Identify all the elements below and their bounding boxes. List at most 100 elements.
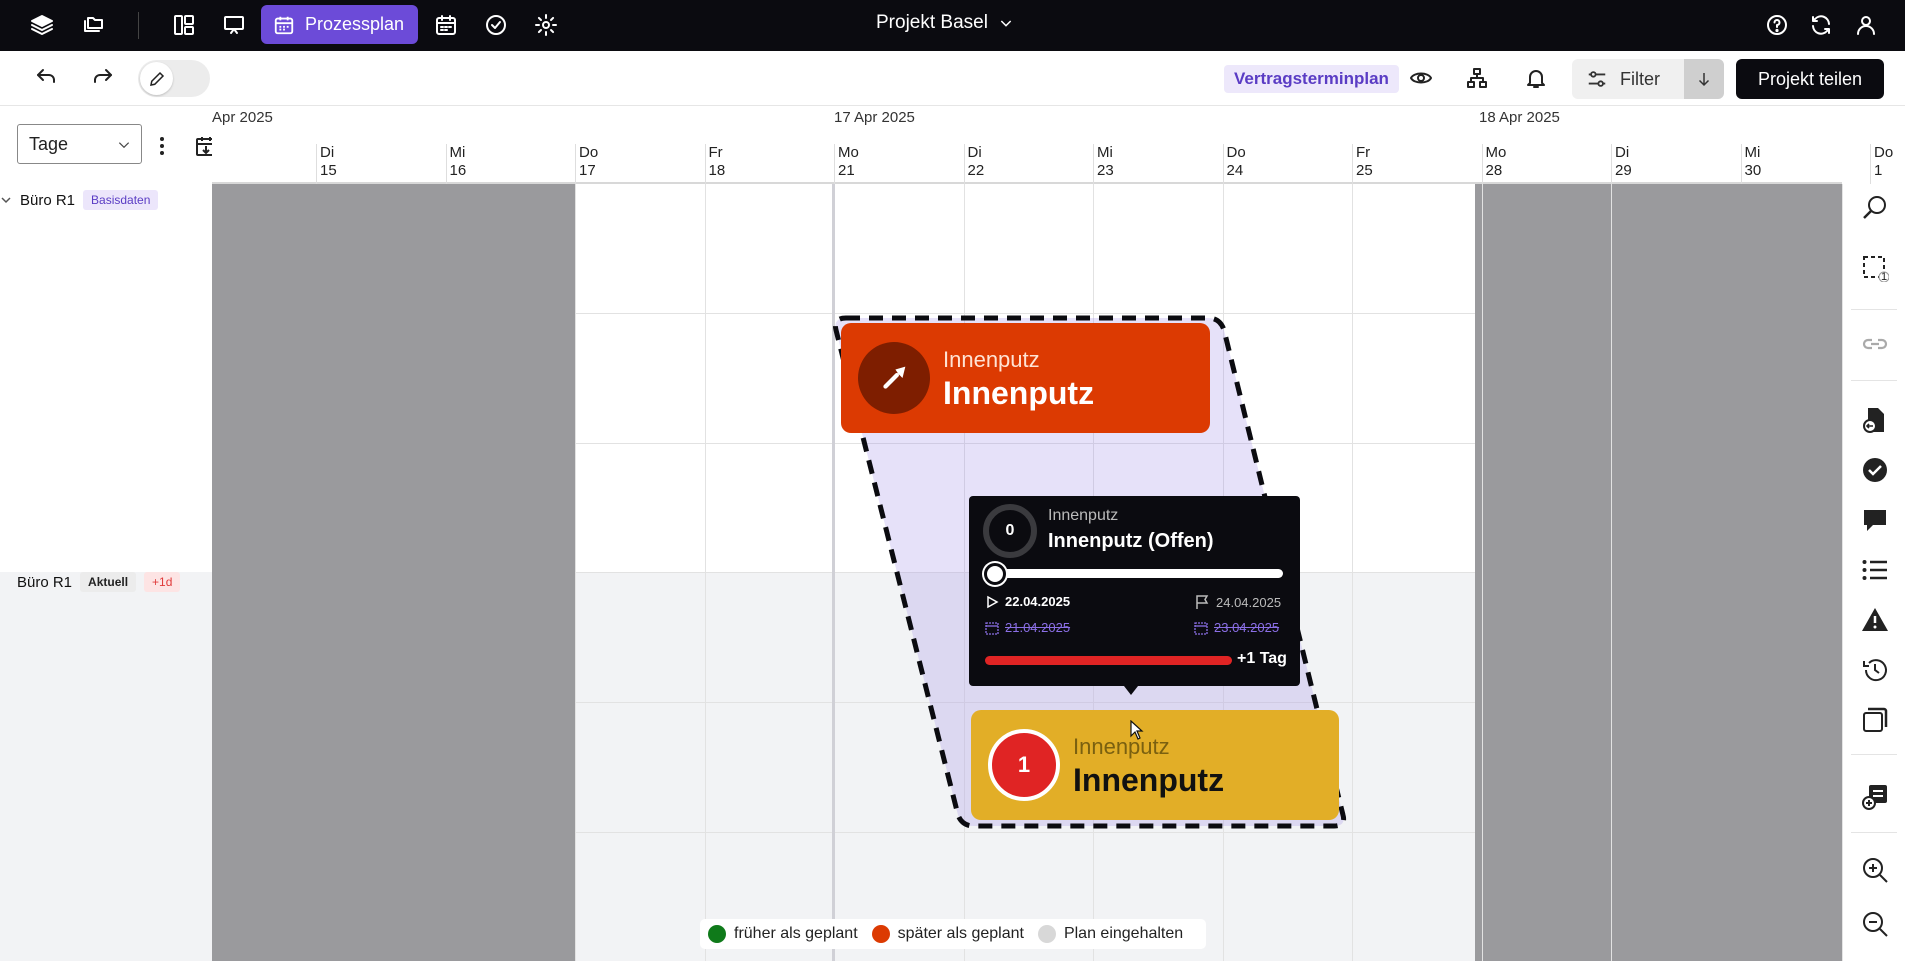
share-project-button[interactable]: Projekt teilen <box>1736 59 1884 99</box>
day-column-header: Fr 18 <box>704 144 835 184</box>
calendar-grid-icon <box>274 16 294 34</box>
tooltip-title: Innenputz (Offen) <box>1048 530 1214 552</box>
time-unit-select[interactable]: Tage <box>17 124 142 164</box>
zoom-in-icon[interactable] <box>1861 856 1889 884</box>
check-circle-icon[interactable] <box>1861 456 1889 484</box>
planned-end-date: 23.04.2025 <box>1214 620 1280 635</box>
history-icon[interactable] <box>1861 656 1889 684</box>
selection-count: 1 <box>1881 271 1888 283</box>
month-label: 17 Apr 2025 <box>834 109 915 126</box>
day-number-label: 21 <box>838 162 855 179</box>
actual-task-card[interactable]: 1 Innenputz Innenputz <box>971 710 1339 820</box>
day-number-label: 24 <box>1226 162 1244 179</box>
card-title: Innenputz <box>943 375 1095 411</box>
flag-icon <box>1196 595 1209 609</box>
filter-sort-button[interactable] <box>1684 59 1724 99</box>
legend-item: später als geplant <box>871 925 1024 943</box>
user-icon[interactable] <box>1851 10 1881 40</box>
row-label: Büro R1 <box>17 573 73 591</box>
help-icon[interactable] <box>1762 10 1792 40</box>
progress-slider-track[interactable] <box>989 569 1283 578</box>
edit-mode-toggle[interactable] <box>138 60 210 97</box>
eye-icon[interactable] <box>1406 63 1436 93</box>
grid-horizontal-line <box>575 832 1475 833</box>
legend-dot-late <box>871 925 890 943</box>
weekday-label: Di <box>1615 144 1630 161</box>
task-tooltip: 0 Innenputz Innenputz (Offen) 22.04.2025… <box>969 496 1300 686</box>
top-bar: Prozessplan Projekt Basel <box>0 0 1905 51</box>
grid-horizontal-line <box>575 313 1475 314</box>
timeline-header: Apr 2025 17 Apr 2025 18 Apr 2025 Di 15 Mi 1… <box>212 106 1893 184</box>
row-actual-background <box>0 572 212 961</box>
chevron-down-icon[interactable] <box>0 194 12 206</box>
day-number-label: 23 <box>1097 162 1114 179</box>
weekday-label: Mi <box>1744 144 1761 161</box>
tooltip-subtitle: Innenputz <box>1048 507 1119 524</box>
row-panel: Tage Büro R1 Basisdaten Büro R1 Aktuell … <box>0 106 216 961</box>
tab-prozessplan[interactable]: Prozessplan <box>261 5 418 44</box>
hierarchy-icon[interactable] <box>1462 63 1492 93</box>
day-number-label: 28 <box>1485 162 1503 179</box>
list-icon[interactable] <box>1861 556 1889 584</box>
day-number-label: 16 <box>449 162 467 179</box>
folders-icon[interactable] <box>78 10 108 40</box>
weekday-label: Do <box>1226 144 1246 161</box>
add-list-icon[interactable] <box>1861 782 1889 810</box>
day-column-header: Fr 25 <box>1352 144 1482 184</box>
layers-logo-icon[interactable] <box>27 10 57 40</box>
document-import-icon[interactable] <box>1861 406 1889 434</box>
arrow-down-icon <box>1698 73 1710 87</box>
non-working-area <box>1475 184 1842 961</box>
day-number-label: 25 <box>1356 162 1373 179</box>
bell-icon[interactable] <box>1521 63 1551 93</box>
grid-vertical-line <box>1611 184 1612 961</box>
comment-icon[interactable] <box>1861 506 1889 534</box>
mouse-cursor-icon <box>1130 720 1144 740</box>
task-number-badge: 1 <box>988 729 1060 801</box>
calendar-icon[interactable] <box>431 10 461 40</box>
day-number-label: 29 <box>1615 162 1632 179</box>
delay-label: +1 Tag <box>1237 650 1287 667</box>
check-circle-icon[interactable] <box>481 10 511 40</box>
sliders-icon <box>1588 71 1606 87</box>
planned-task-card[interactable]: Innenputz Innenputz <box>841 323 1210 433</box>
sidebar-divider <box>1851 832 1897 833</box>
presentation-icon[interactable] <box>219 10 249 40</box>
project-selector[interactable]: Projekt Basel <box>876 12 1014 34</box>
search-icon[interactable] <box>1861 194 1889 222</box>
refresh-icon[interactable] <box>1806 10 1836 40</box>
day-number-label: 1 <box>1874 162 1883 179</box>
today-marker <box>832 184 835 961</box>
windows-icon[interactable] <box>1861 706 1889 734</box>
dashboard-icon[interactable] <box>169 10 199 40</box>
delay-badge: +1d <box>144 572 181 592</box>
month-label: 18 Apr 2025 <box>1479 109 1560 126</box>
end-date: 24.04.2025 <box>1216 594 1282 610</box>
row-basisdaten[interactable]: Büro R1 Basisdaten <box>0 190 159 210</box>
undo-button[interactable] <box>31 63 61 93</box>
filter-button[interactable]: Filter <box>1572 59 1684 99</box>
view-badge[interactable]: Vertragsterminplan <box>1224 65 1399 93</box>
warning-icon[interactable] <box>1861 606 1889 634</box>
more-vertical-icon[interactable] <box>152 134 172 158</box>
project-title: Projekt Basel <box>876 12 988 33</box>
redo-button[interactable] <box>88 63 118 93</box>
sidebar-divider <box>1851 754 1897 755</box>
start-date-row: 22.04.2025 <box>985 594 1070 609</box>
delay-bar <box>985 656 1232 665</box>
link-icon[interactable] <box>1861 330 1889 358</box>
day-column-header: Di 15 <box>316 144 446 184</box>
progress-slider-handle[interactable] <box>984 563 1006 585</box>
weekday-label: Fr <box>1356 144 1371 161</box>
planned-end-row: 23.04.2025 <box>1194 620 1279 635</box>
day-column-header: Di 29 <box>1611 144 1741 184</box>
progress-ring: 0 <box>983 504 1037 558</box>
day-column-header: Mo 28 <box>1481 144 1612 184</box>
planned-start-row: 21.04.2025 <box>985 620 1070 635</box>
selection-icon[interactable]: 1 <box>1861 254 1890 283</box>
row-aktuell[interactable]: Büro R1 Aktuell +1d <box>17 572 181 592</box>
gear-icon[interactable] <box>531 10 561 40</box>
chevron-down-icon <box>1000 20 1012 27</box>
legend-dot-on-plan <box>1037 925 1056 943</box>
zoom-out-icon[interactable] <box>1861 910 1889 938</box>
